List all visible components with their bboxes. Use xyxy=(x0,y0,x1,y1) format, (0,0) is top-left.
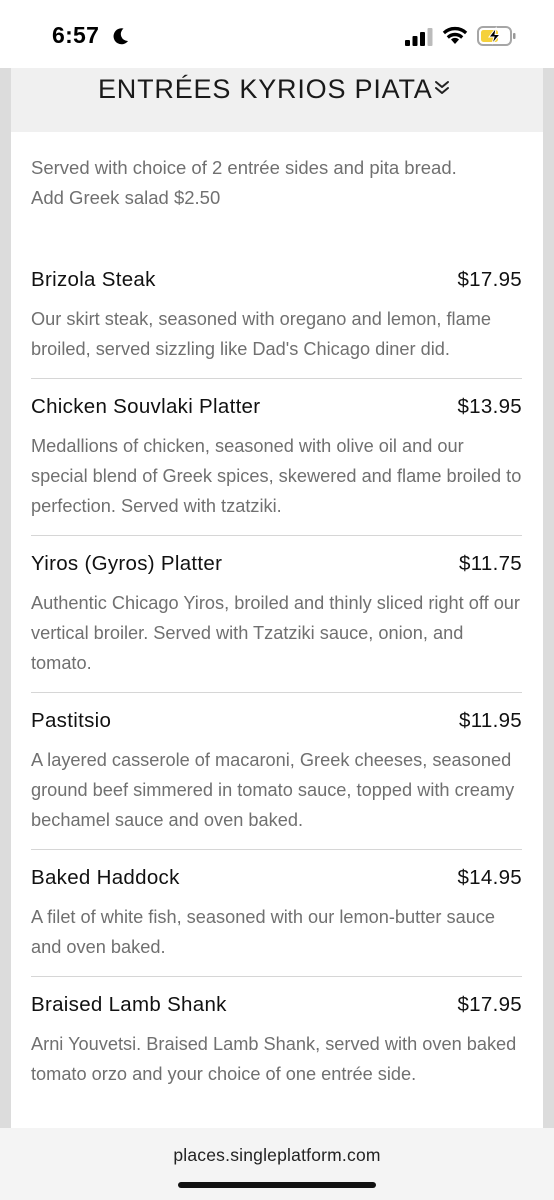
home-indicator[interactable] xyxy=(178,1182,376,1188)
double-chevron-down-icon[interactable] xyxy=(433,78,451,98)
menu-item-name: Braised Lamb Shank xyxy=(31,993,227,1016)
menu-item: Yiros (Gyros) Platter $11.75 Authentic C… xyxy=(31,536,522,693)
menu-item: Braised Lamb Shank $17.95 Arni Youvetsi.… xyxy=(31,977,522,1103)
menu-item-description: A layered casserole of macaroni, Greek c… xyxy=(31,750,515,830)
menu-item-header: Baked Haddock $14.95 xyxy=(31,862,522,902)
cellular-signal-icon xyxy=(405,28,433,46)
menu-list: Brizola Steak $17.95 Our skirt steak, se… xyxy=(31,264,522,1103)
wifi-icon xyxy=(442,26,468,44)
menu-item-price: $17.95 xyxy=(457,993,522,1016)
menu-item-name: Brizola Steak xyxy=(31,268,156,291)
menu-item-header: Pastitsio $11.95 xyxy=(31,705,522,745)
menu-item-name: Chicken Souvlaki Platter xyxy=(31,395,261,418)
status-bar: 6:57 xyxy=(0,0,554,68)
menu-item: Brizola Steak $17.95 Our skirt steak, se… xyxy=(31,264,522,379)
menu-item-name: Pastitsio xyxy=(31,709,112,732)
section-note: Served with choice of 2 entrée sides and… xyxy=(31,153,521,213)
browser-url-bar[interactable]: places.singleplatform.com xyxy=(0,1128,554,1200)
menu-item-description: Our skirt steak, seasoned with oregano a… xyxy=(31,309,491,359)
battery-charging-icon xyxy=(477,26,516,46)
menu-item: Baked Haddock $14.95 A filet of white fi… xyxy=(31,850,522,977)
moon-icon xyxy=(113,28,128,45)
section-header[interactable]: ENTRÉES KYRIOS PIATA xyxy=(11,68,543,132)
menu-item-description: Arni Youvetsi. Braised Lamb Shank, serve… xyxy=(31,1034,517,1084)
menu-item-description: Authentic Chicago Yiros, broiled and thi… xyxy=(31,593,520,673)
menu-item: Chicken Souvlaki Platter $13.95 Medallio… xyxy=(31,379,522,536)
menu-item-price: $11.95 xyxy=(459,709,522,732)
section-note-line: Served with choice of 2 entrée sides and… xyxy=(31,157,457,178)
section-title: ENTRÉES KYRIOS PIATA xyxy=(98,74,433,104)
menu-item: Pastitsio $11.95 A layered casserole of … xyxy=(31,693,522,850)
menu-item-description: A filet of white fish, seasoned with our… xyxy=(31,907,496,957)
menu-item-header: Chicken Souvlaki Platter $13.95 xyxy=(31,391,522,431)
menu-item-header: Braised Lamb Shank $17.95 xyxy=(31,989,522,1029)
menu-item-name: Yiros (Gyros) Platter xyxy=(31,552,223,575)
url-text[interactable]: places.singleplatform.com xyxy=(0,1145,554,1166)
menu-item-price: $17.95 xyxy=(457,268,522,291)
status-time: 6:57 xyxy=(52,22,100,48)
menu-item-price: $13.95 xyxy=(457,395,522,418)
menu-item-header: Yiros (Gyros) Platter $11.75 xyxy=(31,548,522,588)
menu-item-name: Baked Haddock xyxy=(31,866,180,889)
menu-card: ENTRÉES KYRIOS PIATA Served with choice … xyxy=(11,68,543,1128)
menu-item-description: Medallions of chicken, seasoned with oli… xyxy=(31,436,522,516)
menu-item-header: Brizola Steak $17.95 xyxy=(31,264,522,304)
menu-item-price: $14.95 xyxy=(457,866,522,889)
menu-item-price: $11.75 xyxy=(459,552,522,575)
section-note-line: Add Greek salad $2.50 xyxy=(31,187,221,208)
